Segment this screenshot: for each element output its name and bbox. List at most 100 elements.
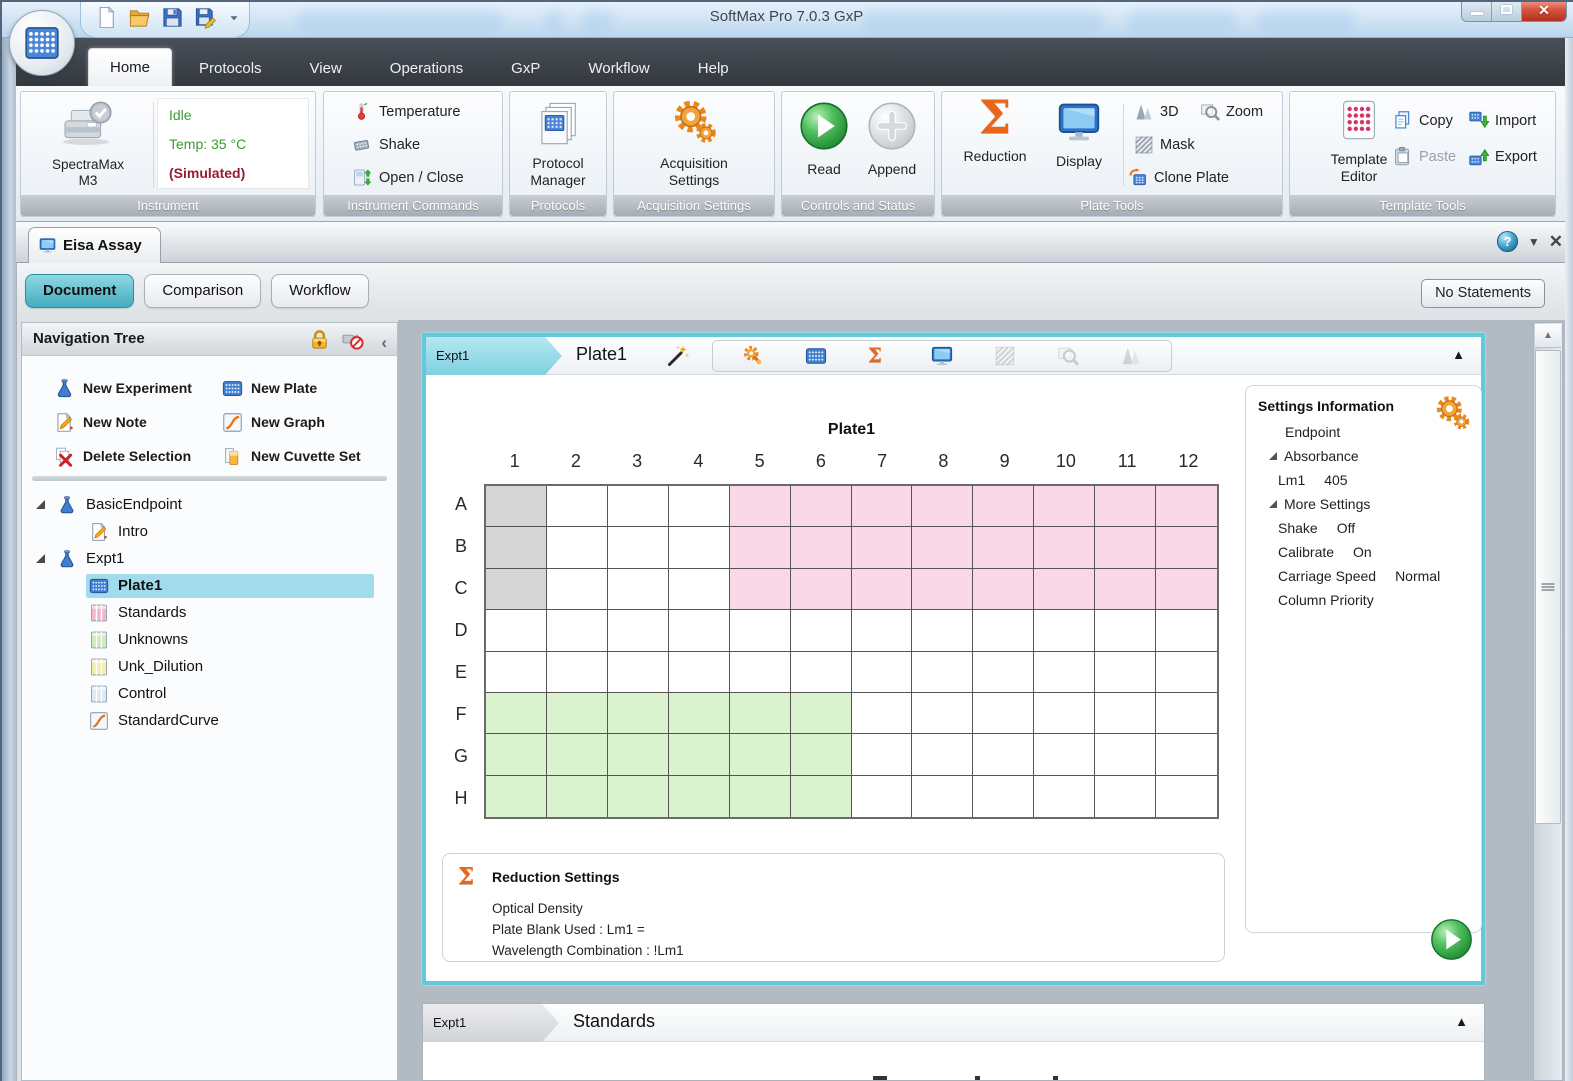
- column-header-6[interactable]: 6: [790, 451, 851, 472]
- save-as-icon[interactable]: [194, 6, 217, 29]
- template-editor-icon[interactable]: [805, 345, 827, 367]
- well-H1[interactable]: [486, 775, 547, 817]
- vertical-scrollbar[interactable]: ▲: [1533, 322, 1563, 1081]
- well-E10[interactable]: [1034, 651, 1096, 693]
- no-statements-button[interactable]: No Statements: [1421, 279, 1545, 308]
- well-A6[interactable]: [790, 486, 852, 528]
- well-H12[interactable]: [1156, 776, 1217, 817]
- application-menu-button[interactable]: [9, 10, 75, 76]
- tree-item-control[interactable]: Control: [22, 680, 397, 707]
- well-F6[interactable]: [790, 692, 852, 735]
- view-tab-document[interactable]: Document: [25, 274, 135, 308]
- ribbon-tab-operations[interactable]: Operations: [369, 52, 484, 86]
- well-G12[interactable]: [1156, 734, 1217, 776]
- acquisition-settings-button[interactable]: Acquisition Settings: [644, 98, 744, 189]
- paste-button[interactable]: Paste: [1392, 146, 1456, 167]
- well-B7[interactable]: [851, 527, 913, 569]
- well-B4[interactable]: [668, 527, 730, 569]
- well-C3[interactable]: [607, 568, 669, 611]
- well-D6[interactable]: [790, 610, 852, 652]
- column-header-11[interactable]: 11: [1097, 451, 1158, 472]
- expander-icon[interactable]: [36, 554, 45, 563]
- open-close-button[interactable]: Open / Close: [324, 161, 502, 194]
- import-button[interactable]: Import: [1468, 110, 1536, 131]
- column-header-5[interactable]: 5: [729, 451, 790, 472]
- zoom-button[interactable]: Zoom: [1200, 102, 1263, 122]
- well-C4[interactable]: [668, 568, 730, 611]
- well-B11[interactable]: [1095, 527, 1157, 569]
- well-F3[interactable]: [607, 692, 669, 735]
- well-C1[interactable]: [486, 568, 547, 611]
- shake-button[interactable]: Shake: [324, 128, 502, 161]
- column-header-9[interactable]: 9: [974, 451, 1035, 472]
- well-G5[interactable]: [729, 734, 791, 776]
- well-F7[interactable]: [851, 692, 913, 735]
- well-H9[interactable]: [973, 775, 1035, 817]
- reduction-icon[interactable]: Σ: [868, 345, 890, 367]
- well-C5[interactable]: [729, 568, 791, 611]
- well-E9[interactable]: [973, 651, 1035, 693]
- well-A5[interactable]: [729, 486, 791, 528]
- collapse-section-icon[interactable]: ▲: [1452, 347, 1465, 362]
- open-file-icon[interactable]: [128, 6, 151, 29]
- well-A1[interactable]: [486, 486, 547, 528]
- well-B5[interactable]: [729, 527, 791, 569]
- ribbon-tab-help[interactable]: Help: [677, 52, 750, 86]
- tree-item-standardcurve[interactable]: StandardCurve: [22, 707, 397, 734]
- view-tab-comparison[interactable]: Comparison: [144, 274, 262, 308]
- experiment-tab[interactable]: Expt1: [426, 337, 562, 375]
- temperature-button[interactable]: Temperature: [324, 95, 502, 128]
- well-E11[interactable]: [1095, 651, 1157, 693]
- well-A2[interactable]: [546, 486, 608, 528]
- new-document-icon[interactable]: [95, 6, 118, 29]
- read-plate-play-button[interactable]: [1429, 917, 1474, 962]
- new-graph-button[interactable]: New Graph: [222, 412, 402, 433]
- well-D11[interactable]: [1095, 610, 1157, 652]
- document-tab-eisa-assay[interactable]: Eisa Assay: [28, 227, 161, 263]
- well-F12[interactable]: [1156, 693, 1217, 735]
- new-note-button[interactable]: New Note: [54, 412, 222, 433]
- protocol-manager-button[interactable]: Protocol Manager: [516, 100, 600, 189]
- export-button[interactable]: Export: [1468, 146, 1537, 167]
- well-G11[interactable]: [1095, 734, 1157, 776]
- column-header-8[interactable]: 8: [913, 451, 974, 472]
- read-button[interactable]: Read: [792, 100, 856, 178]
- well-C7[interactable]: [851, 568, 913, 611]
- well-C9[interactable]: [973, 568, 1035, 611]
- mask-button[interactable]: Mask: [1134, 135, 1195, 155]
- ribbon-tab-home[interactable]: Home: [88, 48, 173, 86]
- well-D2[interactable]: [546, 610, 608, 652]
- lock-icon[interactable]: [308, 328, 331, 351]
- row-header-B[interactable]: B: [446, 526, 476, 568]
- chevron-down-icon[interactable]: ▼: [1528, 235, 1540, 249]
- expander-icon[interactable]: [1269, 452, 1277, 460]
- qat-caret-icon[interactable]: [227, 11, 241, 25]
- well-E3[interactable]: [607, 651, 669, 693]
- tree-item-basicendpoint[interactable]: BasicEndpoint: [22, 491, 397, 518]
- well-G1[interactable]: [486, 734, 547, 776]
- ribbon-tab-workflow[interactable]: Workflow: [567, 52, 670, 86]
- ribbon-tab-view[interactable]: View: [289, 52, 363, 86]
- close-button[interactable]: ✕: [1522, 0, 1566, 21]
- expander-icon[interactable]: [36, 500, 45, 509]
- well-B2[interactable]: [546, 527, 608, 569]
- well-E6[interactable]: [790, 651, 852, 693]
- well-C8[interactable]: [912, 568, 974, 611]
- new-experiment-button[interactable]: New Experiment: [54, 378, 222, 399]
- well-E1[interactable]: [486, 651, 547, 693]
- well-C6[interactable]: [790, 568, 852, 611]
- well-F4[interactable]: [668, 692, 730, 735]
- minimize-button[interactable]: [1462, 0, 1492, 21]
- column-header-1[interactable]: 1: [484, 451, 545, 472]
- well-H2[interactable]: [546, 775, 608, 817]
- view-tab-workflow[interactable]: Workflow: [271, 274, 369, 308]
- well-C12[interactable]: [1156, 568, 1217, 611]
- well-E4[interactable]: [668, 651, 730, 693]
- well-F5[interactable]: [729, 692, 791, 735]
- template-editor-button[interactable]: Template Editor: [1316, 98, 1402, 185]
- well-G10[interactable]: [1034, 734, 1096, 776]
- delete-selection-button[interactable]: Delete Selection: [54, 446, 222, 467]
- row-header-F[interactable]: F: [446, 693, 476, 735]
- column-header-7[interactable]: 7: [852, 451, 913, 472]
- tree-item-unk-dilution[interactable]: Unk_Dilution: [22, 653, 397, 680]
